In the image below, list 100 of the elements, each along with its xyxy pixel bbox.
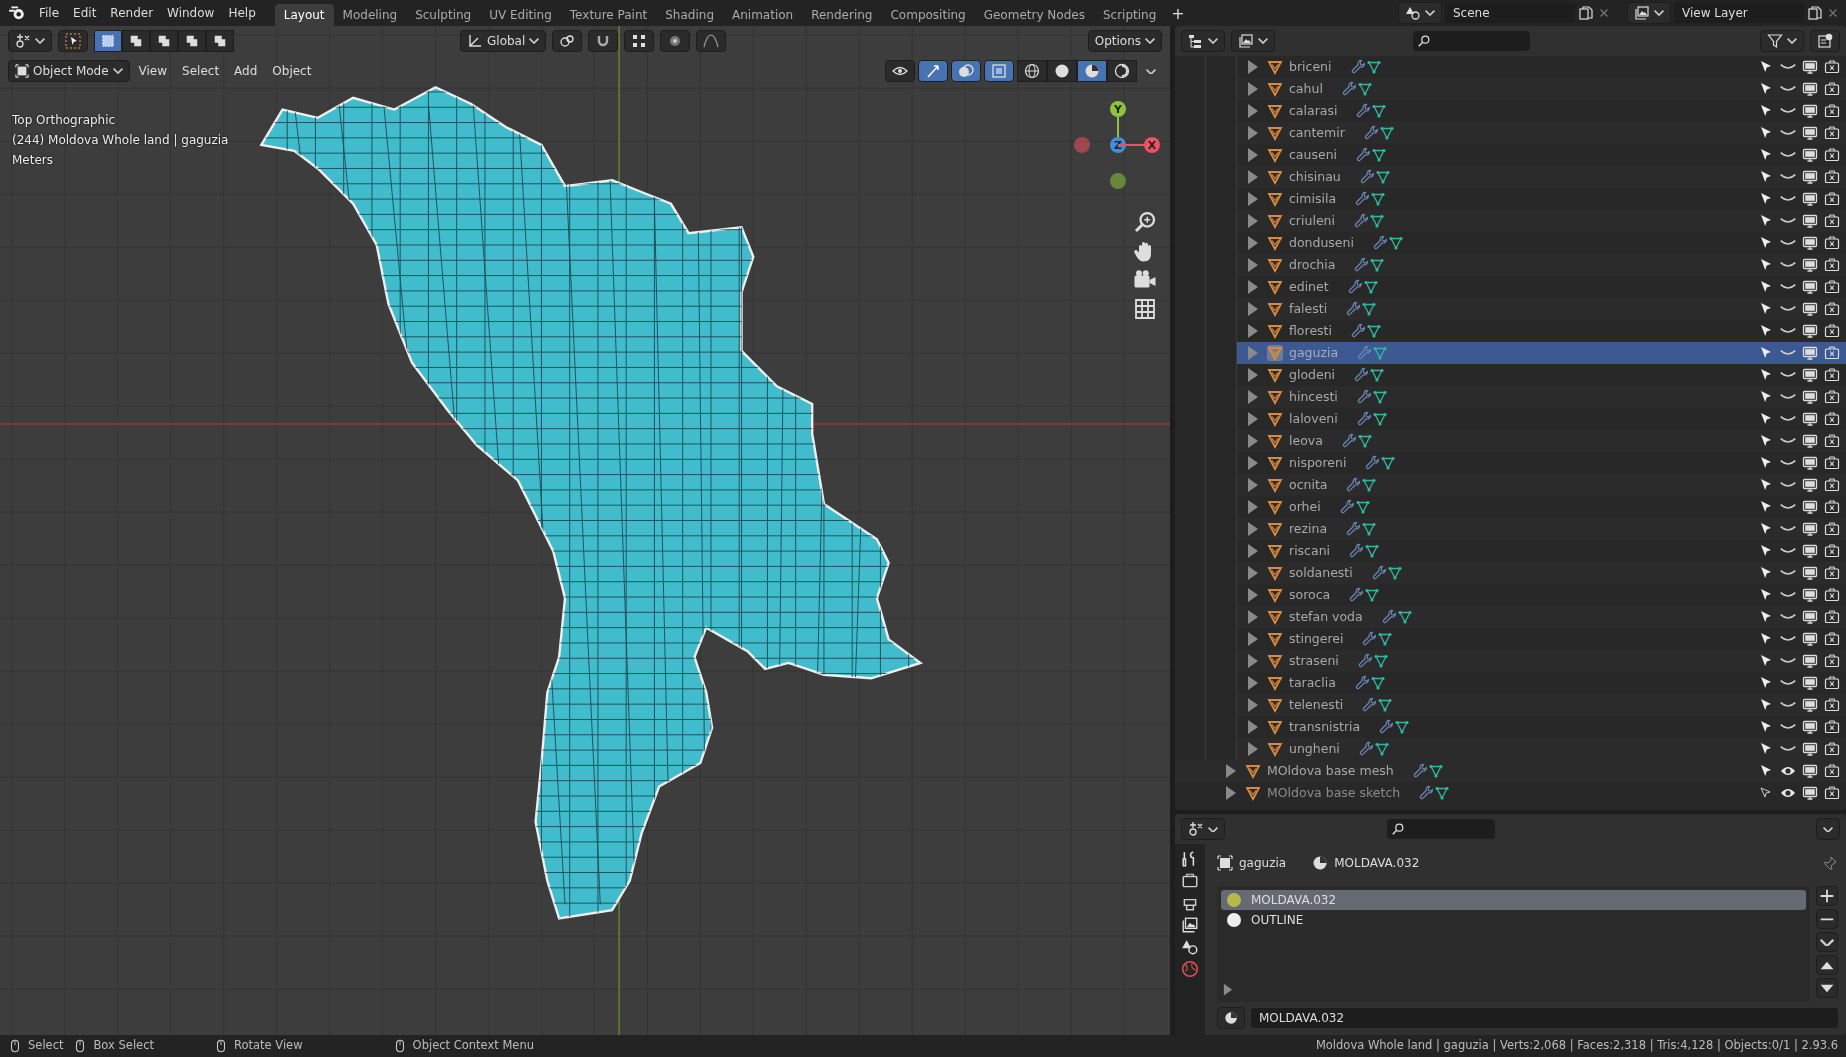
outliner-row[interactable]: glodeni xyxy=(1237,364,1846,386)
monitor-icon[interactable] xyxy=(1802,521,1818,537)
falloff-dropdown[interactable] xyxy=(696,30,727,52)
monitor-icon[interactable] xyxy=(1802,235,1818,251)
pivot-dropdown[interactable] xyxy=(552,30,583,52)
monitor-icon[interactable] xyxy=(1802,499,1818,515)
expand-arrow-icon[interactable] xyxy=(1247,81,1259,97)
add-workspace-button[interactable]: + xyxy=(1165,2,1191,24)
camera-icon[interactable] xyxy=(1824,147,1840,163)
proportional-toggle[interactable] xyxy=(660,30,691,52)
monitor-icon[interactable] xyxy=(1802,587,1818,603)
selection-mode-button[interactable] xyxy=(122,30,150,52)
axis-handle[interactable]: Y xyxy=(1110,101,1126,117)
camera-icon[interactable] xyxy=(1824,125,1840,141)
camera-icon[interactable] xyxy=(1824,587,1840,603)
material-name-field[interactable]: MOLDAVA.032 xyxy=(1251,1008,1838,1029)
monitor-icon[interactable] xyxy=(1802,433,1818,449)
camera-icon[interactable] xyxy=(1824,719,1840,735)
view-layer-field[interactable]: View Layer xyxy=(1674,3,1804,23)
expand-arrow-icon[interactable] xyxy=(1247,741,1259,757)
eye-closed-icon[interactable] xyxy=(1780,63,1796,71)
eye-closed-icon[interactable] xyxy=(1780,635,1796,643)
axis-handle[interactable]: X xyxy=(1144,137,1160,153)
monitor-icon[interactable] xyxy=(1802,257,1818,273)
monitor-icon[interactable] xyxy=(1802,345,1818,361)
selection-mode-button[interactable] xyxy=(206,30,234,52)
monitor-icon[interactable] xyxy=(1802,785,1818,801)
eye-closed-icon[interactable] xyxy=(1780,107,1796,115)
camera-icon[interactable] xyxy=(1824,389,1840,405)
move-down-button[interactable] xyxy=(1816,978,1838,999)
expand-arrow-icon[interactable] xyxy=(1247,411,1259,427)
eye-closed-icon[interactable] xyxy=(1780,195,1796,203)
monitor-icon[interactable] xyxy=(1802,323,1818,339)
eye-closed-icon[interactable] xyxy=(1780,701,1796,709)
camera-icon[interactable] xyxy=(1824,609,1840,625)
outliner-row[interactable]: laloveni xyxy=(1237,408,1846,430)
monitor-icon[interactable] xyxy=(1802,455,1818,471)
scene-dropdown[interactable] xyxy=(1398,2,1442,24)
shading-mode-button[interactable] xyxy=(1047,60,1077,82)
camera-icon[interactable] xyxy=(1824,81,1840,97)
monitor-icon[interactable] xyxy=(1802,609,1818,625)
selection-mode-button[interactable] xyxy=(94,30,122,52)
camera-icon[interactable] xyxy=(1824,345,1840,361)
expand-arrow-icon[interactable] xyxy=(1247,147,1259,163)
expand-arrow-icon[interactable] xyxy=(1223,983,1233,997)
expand-arrow-icon[interactable] xyxy=(1247,301,1259,317)
menu-item[interactable]: Render xyxy=(103,0,161,26)
monitor-icon[interactable] xyxy=(1802,653,1818,669)
workspace-tab[interactable]: Geometry Nodes xyxy=(974,4,1094,26)
eye-closed-icon[interactable] xyxy=(1780,547,1796,555)
header-menu[interactable]: Add xyxy=(228,60,264,82)
menu-item[interactable]: Edit xyxy=(66,0,104,26)
camera-icon[interactable] xyxy=(1824,763,1840,779)
outliner-row[interactable]: orhei xyxy=(1237,496,1846,518)
material-slot[interactable]: MOLDAVA.032 xyxy=(1221,890,1806,911)
expand-arrow-icon[interactable] xyxy=(1247,565,1259,581)
view-layer-dropdown[interactable] xyxy=(1627,2,1671,24)
expand-arrow-icon[interactable] xyxy=(1247,697,1259,713)
camera-icon[interactable] xyxy=(1824,59,1840,75)
header-menu[interactable]: Select xyxy=(176,60,226,82)
expand-arrow-icon[interactable] xyxy=(1247,125,1259,141)
expand-arrow-icon[interactable] xyxy=(1247,367,1259,383)
outliner-row[interactable]: briceni xyxy=(1237,56,1846,78)
shading-mode-button[interactable] xyxy=(1017,60,1047,82)
camera-icon[interactable] xyxy=(1824,323,1840,339)
camera-icon[interactable] xyxy=(1824,631,1840,647)
options-dropdown[interactable]: Options xyxy=(1087,30,1162,52)
eye-closed-icon[interactable] xyxy=(1780,327,1796,335)
camera-icon[interactable] xyxy=(1824,521,1840,537)
mode-dropdown[interactable]: Object Mode xyxy=(8,60,130,82)
shading-mode-button[interactable] xyxy=(1107,60,1137,82)
expand-arrow-icon[interactable] xyxy=(1247,653,1259,669)
eye-closed-icon[interactable] xyxy=(1780,393,1796,401)
expand-arrow-icon[interactable] xyxy=(1225,763,1237,779)
expand-arrow-icon[interactable] xyxy=(1247,103,1259,119)
monitor-icon[interactable] xyxy=(1802,81,1818,97)
expand-arrow-icon[interactable] xyxy=(1247,675,1259,691)
workspace-tab[interactable]: Shading xyxy=(656,4,723,26)
workspace-tab[interactable]: Texture Paint xyxy=(560,4,657,26)
workspace-tab[interactable]: Scripting xyxy=(1093,4,1166,26)
camera-icon[interactable] xyxy=(1824,433,1840,449)
monitor-icon[interactable] xyxy=(1802,763,1818,779)
expand-arrow-icon[interactable] xyxy=(1247,433,1259,449)
outliner-row[interactable]: cimisila xyxy=(1237,188,1846,210)
move-up-button[interactable] xyxy=(1816,955,1838,976)
outliner-row[interactable]: calarasi xyxy=(1237,100,1846,122)
outliner-row[interactable]: MOldova base sketch xyxy=(1175,782,1846,804)
eye-closed-icon[interactable] xyxy=(1780,481,1796,489)
scene-field[interactable]: Scene xyxy=(1445,3,1575,23)
axis-handle[interactable] xyxy=(1074,137,1090,153)
monitor-icon[interactable] xyxy=(1802,631,1818,647)
header-menu[interactable]: View xyxy=(132,60,174,82)
eye-closed-icon[interactable] xyxy=(1780,525,1796,533)
camera-icon[interactable] xyxy=(1824,785,1840,801)
camera-icon[interactable] xyxy=(1824,543,1840,559)
snap-dropdown[interactable] xyxy=(624,30,655,52)
monitor-icon[interactable] xyxy=(1802,191,1818,207)
expand-arrow-icon[interactable] xyxy=(1247,455,1259,471)
eye-closed-icon[interactable] xyxy=(1780,613,1796,621)
camera-icon[interactable] xyxy=(1824,367,1840,383)
